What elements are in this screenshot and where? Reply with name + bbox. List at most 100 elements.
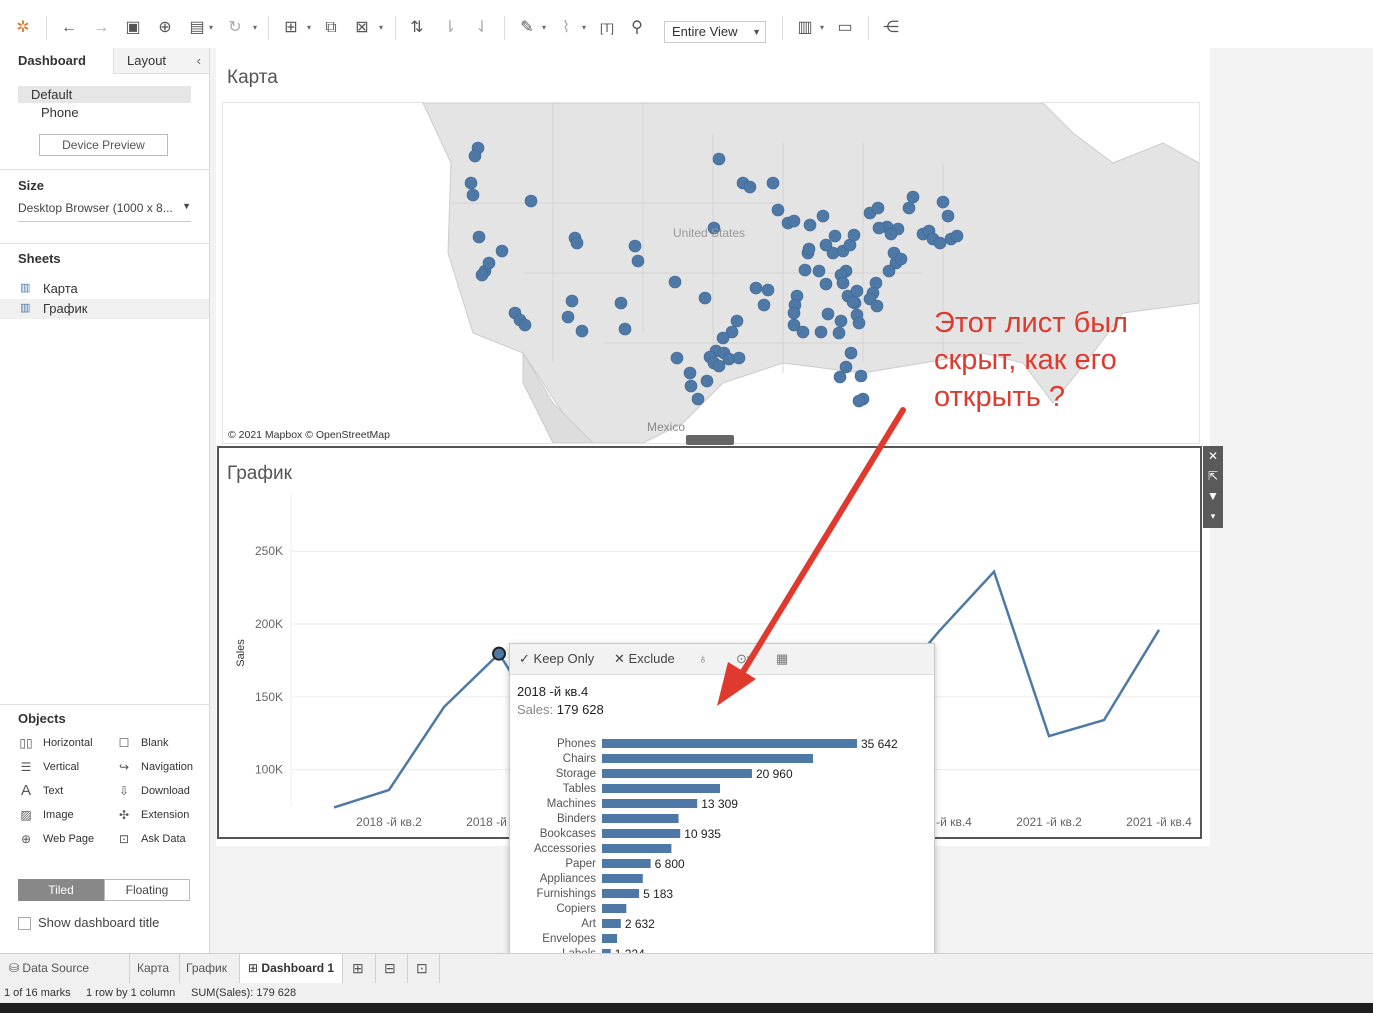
map-point — [821, 307, 835, 321]
pin-icon[interactable]: ⚲ — [626, 18, 648, 38]
zone-resize-handle[interactable] — [686, 435, 734, 445]
object-web-page[interactable]: ⊕ Web Page — [18, 832, 94, 846]
object-label: Text — [43, 785, 64, 797]
map-point — [565, 294, 579, 308]
close-icon[interactable]: ✕ — [1203, 446, 1223, 466]
new-story-tab-icon[interactable]: ⊡ — [408, 954, 440, 984]
sheet-item-karta[interactable]: ▥ Карта — [0, 279, 209, 299]
dropdown-icon[interactable]: ▾ — [307, 23, 311, 32]
new-dashboard-tab-icon[interactable]: ⊟ — [376, 954, 408, 984]
share-icon[interactable]: ⋲ — [880, 18, 902, 38]
object-navigation[interactable]: ↪ Navigation — [116, 760, 193, 774]
data-source-tab[interactable]: ⛁ Data Source — [0, 954, 130, 984]
object-label: Web Page — [43, 833, 95, 845]
dropdown-icon[interactable]: ▾ — [582, 23, 586, 32]
clear-sheet-icon[interactable]: ⊠ — [351, 18, 373, 38]
dropdown-icon[interactable]: ▾ — [542, 23, 546, 32]
dropdown-icon[interactable]: ▾ — [209, 23, 213, 32]
chevron-left-icon[interactable]: ‹ — [197, 48, 201, 74]
bar-category-label: Envelopes — [542, 933, 596, 945]
object-label: Blank — [141, 737, 169, 749]
tab-grafik[interactable]: График — [180, 954, 240, 984]
map-point — [850, 284, 864, 298]
tab-layout[interactable]: Layout ‹ — [113, 48, 209, 74]
dropdown-icon[interactable]: ▾ — [379, 23, 383, 32]
map-point — [902, 201, 916, 215]
device-preview-button[interactable]: Device Preview — [39, 134, 168, 156]
map-point — [787, 214, 801, 228]
save-icon[interactable]: ▣ — [122, 18, 144, 38]
bar-category-label: Binders — [557, 813, 596, 825]
device-default[interactable]: Default — [18, 86, 191, 103]
map-point — [884, 227, 898, 241]
object-vertical[interactable]: ☰ Vertical — [18, 760, 79, 774]
tableau-logo-icon[interactable]: ✲ — [12, 18, 34, 38]
swap-icon[interactable]: ⇅ — [406, 18, 428, 38]
object-text[interactable]: A Text — [18, 783, 64, 798]
annotation-line: Этот лист был — [934, 307, 1128, 339]
refresh-icon[interactable]: ↻ — [224, 18, 246, 38]
map-point — [464, 176, 478, 190]
presentation-icon[interactable]: ▭ — [834, 18, 856, 38]
exclude-button[interactable]: ✕ Exclude — [614, 651, 675, 667]
dropdown-icon[interactable]: ▾ — [253, 23, 257, 32]
highlight-icon[interactable]: ✎ — [516, 18, 538, 38]
bar-category-label: Art — [581, 918, 597, 930]
tiled-button[interactable]: Tiled — [18, 879, 104, 901]
new-datasource-icon[interactable]: ⊕ — [154, 18, 176, 38]
tab-dashboard-1[interactable]: ⊞ Dashboard 1 — [240, 954, 343, 984]
object-label: Horizontal — [43, 737, 93, 749]
map-point — [518, 318, 532, 332]
sort-ascending-icon[interactable]: ⇂ — [439, 18, 461, 38]
pause-updates-icon[interactable]: ▤ — [186, 18, 208, 38]
more-options-icon[interactable]: ▾ — [1203, 506, 1223, 526]
device-phone[interactable]: Phone — [41, 105, 79, 120]
undo-icon[interactable]: ← — [58, 18, 80, 38]
redo-icon[interactable]: → — [90, 18, 112, 38]
sort-descending-icon[interactable]: ⇃ — [471, 18, 493, 38]
dropdown-icon[interactable]: ▾ — [820, 23, 824, 32]
map-country-label: United States — [673, 226, 745, 240]
show-me-icon[interactable]: ▥ — [794, 18, 816, 38]
object-extension[interactable]: ✣ Extension — [116, 808, 189, 822]
map-point — [716, 331, 730, 345]
sheet-item-grafik[interactable]: ▥ График — [0, 299, 209, 319]
tab-dashboard-1-label: Dashboard 1 — [261, 961, 335, 975]
object-download[interactable]: ⇩ Download — [116, 784, 190, 798]
labels-icon[interactable]: [T] — [596, 18, 618, 38]
tab-karta[interactable]: Карта — [130, 954, 180, 984]
blank-icon: ☐ — [118, 736, 130, 750]
new-worksheet-icon[interactable]: ⊞ — [280, 18, 302, 38]
group-icon[interactable]: ⌇ — [555, 18, 577, 38]
object-ask-data[interactable]: ⊡ Ask Data — [116, 832, 186, 846]
object-horizontal[interactable]: ▯▯ Horizontal — [18, 736, 93, 750]
bar — [602, 904, 627, 913]
objects-heading: Objects — [18, 711, 66, 726]
ask-data-icon: ⊡ — [118, 832, 130, 846]
fit-select[interactable]: Entire View ▼ — [664, 21, 766, 43]
show-title-checkbox[interactable] — [18, 917, 31, 930]
size-select[interactable]: Desktop Browser (1000 x 8... ▼ — [18, 201, 191, 222]
duplicate-icon[interactable]: ⧉ — [320, 18, 342, 38]
map-point — [468, 149, 482, 163]
map-point — [836, 276, 850, 290]
map-point — [787, 306, 801, 320]
tab-dashboard[interactable]: Dashboard — [0, 48, 113, 74]
object-image[interactable]: ▨ Image — [18, 808, 74, 822]
new-worksheet-tab-icon[interactable]: ⊞ — [343, 954, 376, 984]
view-data-icon[interactable]: ▦ — [776, 651, 788, 667]
bar-value-label: 5 183 — [643, 887, 673, 901]
chevron-down-icon: ▼ — [182, 201, 191, 211]
object-blank[interactable]: ☐ Blank — [116, 736, 169, 750]
object-label: Image — [43, 809, 74, 821]
selected-point[interactable] — [492, 646, 506, 661]
bar — [602, 919, 621, 928]
lightbulb-icon[interactable]: ♁ — [698, 651, 708, 666]
bar-value-label: 6 800 — [655, 857, 685, 871]
group-members-icon[interactable]: ⊙▾ — [736, 651, 753, 667]
keep-only-button[interactable]: ✓ Keep Only — [519, 651, 594, 667]
filter-icon[interactable]: ▼ — [1203, 486, 1223, 506]
bar-category-label: Machines — [547, 798, 596, 810]
go-to-sheet-icon[interactable]: ⇱ — [1203, 466, 1223, 486]
floating-button[interactable]: Floating — [104, 879, 190, 901]
